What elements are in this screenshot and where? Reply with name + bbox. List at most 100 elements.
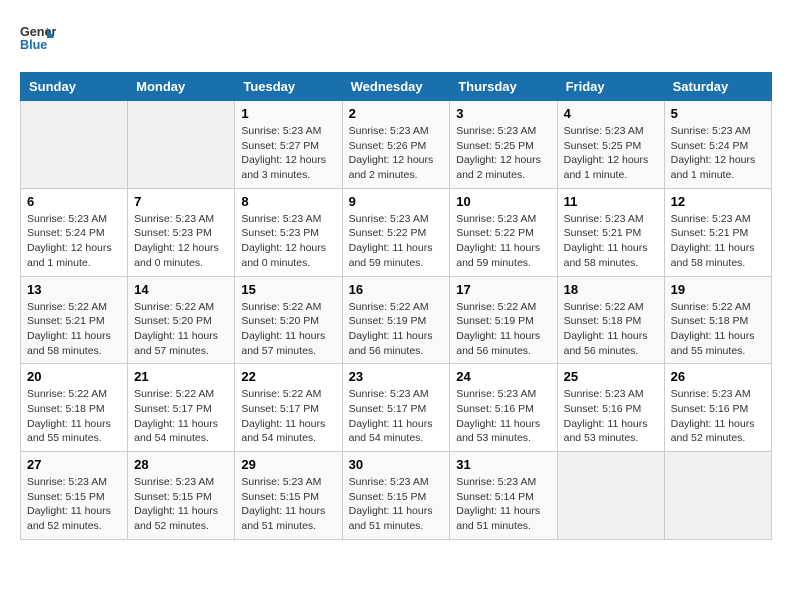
day-info: Sunrise: 5:23 AM Sunset: 5:26 PM Dayligh… [349,124,444,183]
day-info: Sunrise: 5:22 AM Sunset: 5:18 PM Dayligh… [564,300,658,359]
sunrise-text: Sunrise: 5:22 AM [456,300,550,315]
calendar-cell: 20 Sunrise: 5:22 AM Sunset: 5:18 PM Dayl… [21,364,128,452]
day-number: 11 [564,194,658,209]
calendar-table: SundayMondayTuesdayWednesdayThursdayFrid… [20,72,772,540]
daylight-text: Daylight: 11 hours and 59 minutes. [349,241,444,270]
daylight-text: Daylight: 11 hours and 53 minutes. [456,417,550,446]
sunrise-text: Sunrise: 5:23 AM [241,475,335,490]
calendar-cell: 19 Sunrise: 5:22 AM Sunset: 5:18 PM Dayl… [664,276,771,364]
sunset-text: Sunset: 5:16 PM [671,402,765,417]
calendar-cell: 17 Sunrise: 5:22 AM Sunset: 5:19 PM Dayl… [450,276,557,364]
day-header-friday: Friday [557,73,664,101]
logo-icon: General Blue [20,20,56,56]
day-info: Sunrise: 5:23 AM Sunset: 5:16 PM Dayligh… [456,387,550,446]
calendar-cell [557,452,664,540]
calendar-cell: 25 Sunrise: 5:23 AM Sunset: 5:16 PM Dayl… [557,364,664,452]
day-info: Sunrise: 5:23 AM Sunset: 5:15 PM Dayligh… [27,475,121,534]
calendar-cell: 15 Sunrise: 5:22 AM Sunset: 5:20 PM Dayl… [235,276,342,364]
day-info: Sunrise: 5:22 AM Sunset: 5:19 PM Dayligh… [456,300,550,359]
day-info: Sunrise: 5:22 AM Sunset: 5:20 PM Dayligh… [134,300,228,359]
sunset-text: Sunset: 5:19 PM [456,314,550,329]
sunrise-text: Sunrise: 5:23 AM [134,475,228,490]
day-number: 26 [671,369,765,384]
day-number: 15 [241,282,335,297]
sunset-text: Sunset: 5:18 PM [27,402,121,417]
sunrise-text: Sunrise: 5:23 AM [564,212,658,227]
day-info: Sunrise: 5:23 AM Sunset: 5:22 PM Dayligh… [456,212,550,271]
day-number: 22 [241,369,335,384]
day-number: 5 [671,106,765,121]
daylight-text: Daylight: 11 hours and 56 minutes. [456,329,550,358]
calendar-cell: 2 Sunrise: 5:23 AM Sunset: 5:26 PM Dayli… [342,101,450,189]
sunrise-text: Sunrise: 5:23 AM [456,124,550,139]
calendar-cell: 18 Sunrise: 5:22 AM Sunset: 5:18 PM Dayl… [557,276,664,364]
day-number: 6 [27,194,121,209]
sunset-text: Sunset: 5:17 PM [134,402,228,417]
day-number: 7 [134,194,228,209]
sunrise-text: Sunrise: 5:22 AM [671,300,765,315]
sunset-text: Sunset: 5:25 PM [564,139,658,154]
sunrise-text: Sunrise: 5:22 AM [564,300,658,315]
day-info: Sunrise: 5:23 AM Sunset: 5:22 PM Dayligh… [349,212,444,271]
calendar-cell: 10 Sunrise: 5:23 AM Sunset: 5:22 PM Dayl… [450,188,557,276]
calendar-cell: 1 Sunrise: 5:23 AM Sunset: 5:27 PM Dayli… [235,101,342,189]
sunset-text: Sunset: 5:15 PM [134,490,228,505]
calendar-cell: 4 Sunrise: 5:23 AM Sunset: 5:25 PM Dayli… [557,101,664,189]
calendar-cell: 3 Sunrise: 5:23 AM Sunset: 5:25 PM Dayli… [450,101,557,189]
calendar-cell: 11 Sunrise: 5:23 AM Sunset: 5:21 PM Dayl… [557,188,664,276]
calendar-cell: 6 Sunrise: 5:23 AM Sunset: 5:24 PM Dayli… [21,188,128,276]
day-info: Sunrise: 5:23 AM Sunset: 5:16 PM Dayligh… [564,387,658,446]
day-info: Sunrise: 5:23 AM Sunset: 5:21 PM Dayligh… [671,212,765,271]
daylight-text: Daylight: 11 hours and 58 minutes. [27,329,121,358]
sunset-text: Sunset: 5:24 PM [27,226,121,241]
day-number: 20 [27,369,121,384]
daylight-text: Daylight: 11 hours and 56 minutes. [564,329,658,358]
sunrise-text: Sunrise: 5:23 AM [27,475,121,490]
sunset-text: Sunset: 5:24 PM [671,139,765,154]
sunset-text: Sunset: 5:18 PM [564,314,658,329]
daylight-text: Daylight: 11 hours and 58 minutes. [564,241,658,270]
day-info: Sunrise: 5:22 AM Sunset: 5:17 PM Dayligh… [241,387,335,446]
daylight-text: Daylight: 11 hours and 52 minutes. [671,417,765,446]
sunset-text: Sunset: 5:27 PM [241,139,335,154]
day-number: 29 [241,457,335,472]
day-info: Sunrise: 5:22 AM Sunset: 5:17 PM Dayligh… [134,387,228,446]
calendar-cell: 24 Sunrise: 5:23 AM Sunset: 5:16 PM Dayl… [450,364,557,452]
daylight-text: Daylight: 11 hours and 59 minutes. [456,241,550,270]
daylight-text: Daylight: 11 hours and 57 minutes. [134,329,228,358]
day-info: Sunrise: 5:23 AM Sunset: 5:15 PM Dayligh… [134,475,228,534]
daylight-text: Daylight: 12 hours and 2 minutes. [349,153,444,182]
calendar-cell: 30 Sunrise: 5:23 AM Sunset: 5:15 PM Dayl… [342,452,450,540]
sunset-text: Sunset: 5:14 PM [456,490,550,505]
sunset-text: Sunset: 5:26 PM [349,139,444,154]
daylight-text: Daylight: 11 hours and 55 minutes. [27,417,121,446]
daylight-text: Daylight: 11 hours and 57 minutes. [241,329,335,358]
sunset-text: Sunset: 5:23 PM [241,226,335,241]
day-info: Sunrise: 5:23 AM Sunset: 5:24 PM Dayligh… [671,124,765,183]
sunset-text: Sunset: 5:16 PM [564,402,658,417]
sunrise-text: Sunrise: 5:23 AM [456,387,550,402]
daylight-text: Daylight: 11 hours and 53 minutes. [564,417,658,446]
day-info: Sunrise: 5:23 AM Sunset: 5:23 PM Dayligh… [134,212,228,271]
day-info: Sunrise: 5:23 AM Sunset: 5:15 PM Dayligh… [349,475,444,534]
daylight-text: Daylight: 11 hours and 51 minutes. [456,504,550,533]
day-info: Sunrise: 5:22 AM Sunset: 5:18 PM Dayligh… [27,387,121,446]
day-header-saturday: Saturday [664,73,771,101]
sunrise-text: Sunrise: 5:22 AM [27,387,121,402]
calendar-body: 1 Sunrise: 5:23 AM Sunset: 5:27 PM Dayli… [21,101,772,540]
daylight-text: Daylight: 11 hours and 58 minutes. [671,241,765,270]
day-number: 12 [671,194,765,209]
daylight-text: Daylight: 11 hours and 52 minutes. [27,504,121,533]
sunrise-text: Sunrise: 5:23 AM [671,124,765,139]
day-header-wednesday: Wednesday [342,73,450,101]
daylight-text: Daylight: 11 hours and 52 minutes. [134,504,228,533]
calendar-cell [664,452,771,540]
calendar-cell: 22 Sunrise: 5:22 AM Sunset: 5:17 PM Dayl… [235,364,342,452]
sunrise-text: Sunrise: 5:23 AM [671,212,765,227]
calendar-cell: 9 Sunrise: 5:23 AM Sunset: 5:22 PM Dayli… [342,188,450,276]
sunrise-text: Sunrise: 5:22 AM [134,300,228,315]
daylight-text: Daylight: 12 hours and 0 minutes. [241,241,335,270]
day-number: 21 [134,369,228,384]
week-row-5: 27 Sunrise: 5:23 AM Sunset: 5:15 PM Dayl… [21,452,772,540]
calendar-cell: 23 Sunrise: 5:23 AM Sunset: 5:17 PM Dayl… [342,364,450,452]
